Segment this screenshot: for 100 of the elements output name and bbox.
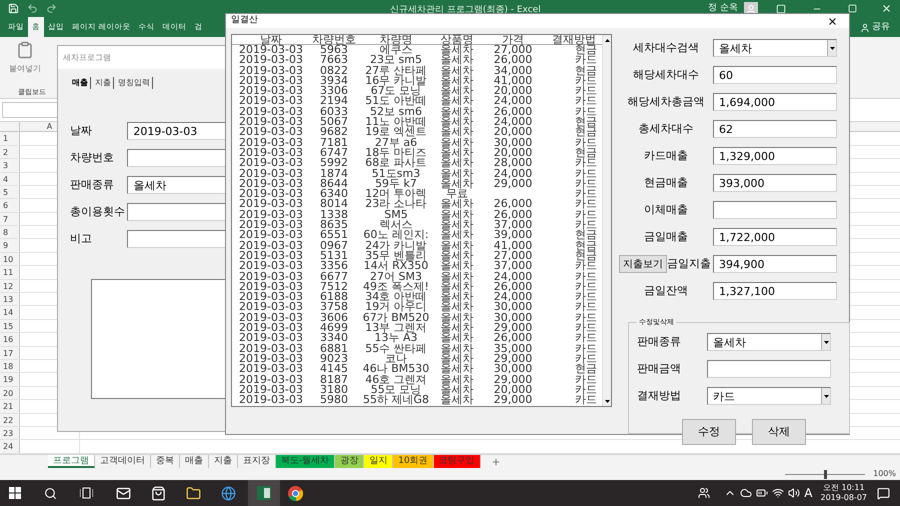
tab[interactable]: 지출 xyxy=(93,77,114,89)
row-header[interactable]: 2 xyxy=(0,146,20,158)
row-header[interactable]: 3 xyxy=(0,159,20,172)
volume-icon[interactable] xyxy=(788,487,800,499)
text-field[interactable] xyxy=(707,360,831,378)
sheet-tab[interactable]: 광장 xyxy=(335,454,364,468)
row-header[interactable]: 8 xyxy=(0,226,20,238)
input-method[interactable]: A xyxy=(804,484,812,502)
text-field[interactable]: 1,329,000 xyxy=(713,147,837,165)
sheet-tab[interactable]: 10회권 xyxy=(393,454,434,468)
row-header[interactable]: 7 xyxy=(0,212,20,226)
clock-time[interactable]: 오전 10:11 xyxy=(822,483,865,493)
text-field[interactable]: 394,900 xyxy=(713,255,837,273)
table-cell-text: 19거 아우디 xyxy=(365,302,427,313)
sheet-tab[interactable]: 북도-월세차 xyxy=(276,454,336,468)
redo-icon[interactable] xyxy=(46,3,57,14)
scrollbar[interactable] xyxy=(602,35,611,406)
zoom-slider[interactable] xyxy=(785,470,866,478)
zoom-slider-thumb[interactable] xyxy=(824,470,828,478)
table-cell-text: 올세차 xyxy=(440,354,474,364)
tab[interactable]: 명칭입력 xyxy=(116,77,153,89)
row-header[interactable]: 14 xyxy=(0,306,20,319)
column-header[interactable]: 가격 xyxy=(480,35,546,44)
row-header[interactable]: 18 xyxy=(0,360,20,372)
expense-view-button[interactable]: 지출보기 xyxy=(619,255,667,273)
row-header[interactable]: 4 xyxy=(0,172,20,185)
zoom-level[interactable]: 100% xyxy=(873,468,896,480)
tab[interactable]: 매출 xyxy=(70,77,91,89)
clock-date[interactable]: 2019-08-07 xyxy=(820,493,867,503)
row-header[interactable]: 9 xyxy=(0,239,20,252)
store-icon[interactable] xyxy=(151,486,166,500)
list-box[interactable] xyxy=(231,34,612,407)
paste-label[interactable]: 붙여넣기 xyxy=(9,63,41,76)
task-view-icon[interactable] xyxy=(80,487,93,499)
text-field[interactable]: 62 xyxy=(713,120,837,138)
paste-icon[interactable] xyxy=(16,41,34,60)
row-header[interactable]: 5 xyxy=(0,186,20,198)
maximize-icon[interactable] xyxy=(848,4,857,14)
table-cell-text: 올세차 xyxy=(440,272,474,282)
row-header[interactable]: 22 xyxy=(0,414,20,426)
row-header[interactable]: 23 xyxy=(0,426,20,440)
table-cell-text: 27루 산타페 xyxy=(364,66,428,76)
search-icon[interactable] xyxy=(44,486,57,500)
start-icon[interactable] xyxy=(9,487,21,499)
table-cell-text: 37,000 xyxy=(492,261,534,272)
save-icon[interactable] xyxy=(8,3,19,14)
sheet-tab[interactable]: 일지 xyxy=(364,454,394,468)
row-header[interactable]: 20 xyxy=(0,386,20,400)
row-header[interactable]: 21 xyxy=(0,400,20,413)
table-cell-text: 올세차 xyxy=(440,127,474,138)
text-field[interactable]: 1,722,000 xyxy=(713,228,837,246)
text-field[interactable] xyxy=(713,201,837,219)
action-button[interactable]: 수정 xyxy=(682,419,736,445)
column-header[interactable]: 차량번호 xyxy=(310,35,358,44)
column-header[interactable]: 날짜 xyxy=(232,35,310,44)
row-header[interactable]: 1 xyxy=(0,132,20,145)
action-button[interactable]: 삭제 xyxy=(752,419,806,445)
row-header[interactable]: 12 xyxy=(0,280,20,292)
row-header[interactable]: 10 xyxy=(0,252,20,266)
sheet-tab[interactable]: 프로그램 xyxy=(48,454,95,468)
column-header[interactable]: 결재방법 xyxy=(546,35,602,44)
row-header[interactable]: 17 xyxy=(0,346,20,359)
mail-icon[interactable] xyxy=(116,486,131,500)
row-header[interactable]: 19 xyxy=(0,373,20,386)
row-header[interactable]: 13 xyxy=(0,293,20,306)
add-sheet-icon[interactable] xyxy=(490,456,501,467)
row-header[interactable]: 6 xyxy=(0,199,20,212)
table-cell-text: 2019-03-03 xyxy=(238,138,304,148)
spreadsheet-icon[interactable] xyxy=(257,486,271,500)
close-icon[interactable] xyxy=(827,16,838,26)
row-header[interactable]: 24 xyxy=(0,440,20,453)
chrome-icon[interactable] xyxy=(288,486,303,500)
share-button[interactable]: 공유 xyxy=(860,19,890,38)
scroll-down-icon[interactable] xyxy=(604,400,610,402)
table-cell-text: 24,000 xyxy=(492,117,534,128)
column-header[interactable]: 차량명 xyxy=(358,35,434,44)
browser-icon[interactable] xyxy=(221,486,236,500)
cloud-icon[interactable] xyxy=(740,487,752,499)
text-field[interactable]: 1,694,000 xyxy=(713,93,837,111)
row-header[interactable]: 11 xyxy=(0,266,20,279)
text-field[interactable]: 60 xyxy=(713,66,837,84)
undo-icon[interactable] xyxy=(27,3,38,14)
notification-icon[interactable] xyxy=(877,486,890,500)
text-field[interactable]: 393,000 xyxy=(713,174,837,192)
table-cell-text: 카드 xyxy=(574,344,598,354)
text-field[interactable]: 1,327,100 xyxy=(713,282,837,300)
row-header[interactable]: 16 xyxy=(0,333,20,346)
dropdown[interactable]: 올세차 xyxy=(707,333,831,351)
ribbon-display-icon[interactable] xyxy=(776,4,786,14)
column-header[interactable]: 상품명 xyxy=(434,35,480,44)
row-header[interactable]: 15 xyxy=(0,320,20,332)
table-cell-text: 13부 그렌저 xyxy=(365,323,427,334)
dropdown[interactable]: 카드 xyxy=(707,387,831,405)
folder-icon[interactable] xyxy=(186,486,201,500)
table-cell-text: 올세차 xyxy=(440,86,474,96)
table-cell-text: 2019-03-03 xyxy=(238,86,304,96)
table-cell-text: 7512 xyxy=(319,282,349,292)
dropdown[interactable]: 올세차 xyxy=(713,39,837,57)
battery-icon[interactable] xyxy=(756,487,768,499)
people-icon[interactable] xyxy=(698,487,710,499)
